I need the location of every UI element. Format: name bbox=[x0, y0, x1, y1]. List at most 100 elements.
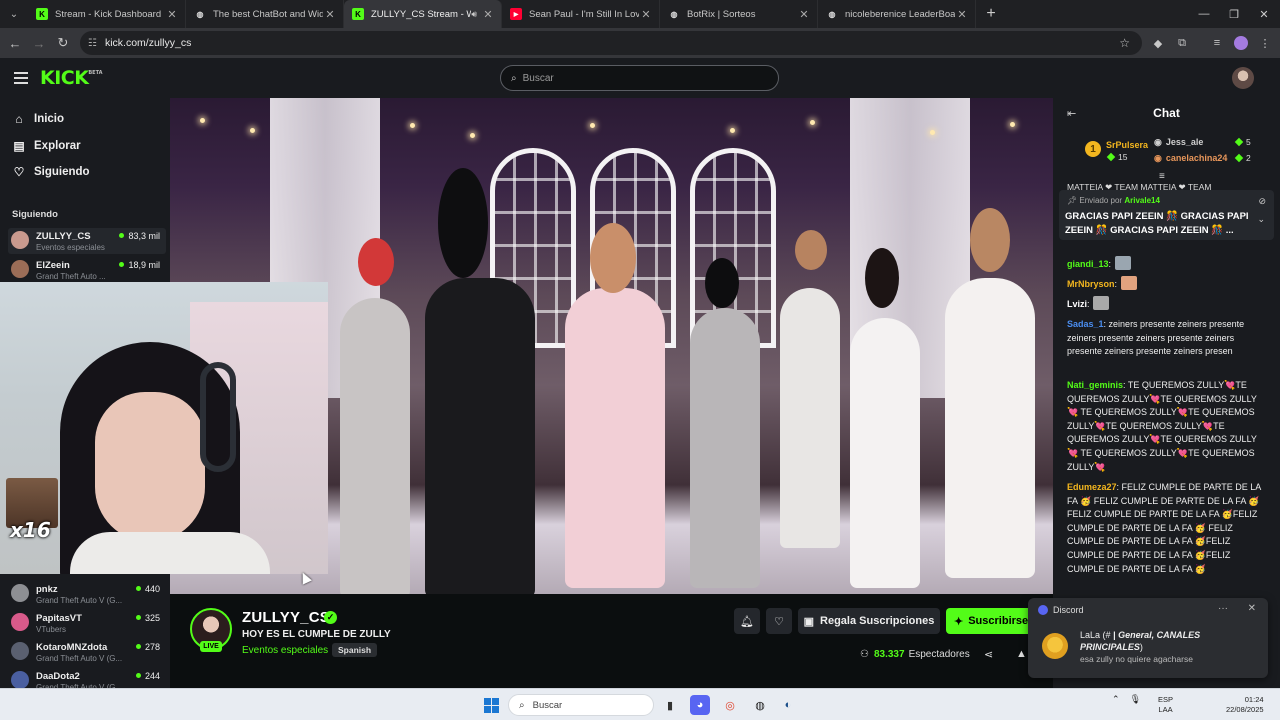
steam-app-icon[interactable]: ◐ bbox=[778, 695, 798, 715]
minimize-button[interactable]: — bbox=[1188, 0, 1220, 28]
chat-message[interactable]: Nati_geminis: TE QUEREMOS ZULLY💘TE QUERE… bbox=[1067, 379, 1267, 474]
sidebar-item-siguiendo[interactable]: ♡ Siguiendo bbox=[12, 162, 90, 182]
chat-username[interactable]: MrNbryson bbox=[1067, 279, 1115, 289]
close-tab-icon[interactable]: ✕ bbox=[955, 8, 969, 21]
close-tab-icon[interactable]: ✕ bbox=[323, 8, 337, 21]
close-tab-icon[interactable]: ✕ bbox=[481, 8, 495, 21]
filter-icon[interactable]: ≡ bbox=[1159, 171, 1165, 182]
browser-menu-icon[interactable]: ⋮ bbox=[1256, 34, 1274, 52]
string-light bbox=[1010, 122, 1015, 127]
viewer-count: 83,3 mil bbox=[119, 231, 160, 241]
notification-bell-button[interactable]: 🔔︎ bbox=[734, 608, 760, 634]
chevron-up-icon[interactable]: ⌃ bbox=[1112, 694, 1120, 704]
kick-logo[interactable]: KICK BETA bbox=[40, 67, 102, 89]
unpin-icon[interactable]: ⊘ bbox=[1258, 196, 1266, 207]
back-button[interactable]: ← bbox=[6, 34, 24, 52]
browser-tab[interactable]: K Stream - Kick Dashboard ✕ bbox=[28, 0, 186, 28]
app-icon[interactable]: ◍ bbox=[750, 695, 770, 715]
user-avatar[interactable] bbox=[1232, 67, 1254, 89]
leader-count-value: 5 bbox=[1246, 137, 1251, 147]
channel-category: VTubers bbox=[36, 625, 66, 634]
more-options-icon[interactable]: ··· bbox=[1218, 603, 1228, 614]
tab-search-button[interactable]: ⌄ bbox=[0, 0, 28, 28]
close-tab-icon[interactable]: ✕ bbox=[797, 8, 811, 21]
chevron-down-icon[interactable]: ⌄ bbox=[1257, 214, 1265, 225]
tab-title: The best ChatBot and Widgets bbox=[213, 8, 323, 20]
sidebar-item-explorar[interactable]: ▤ Explorar bbox=[12, 136, 80, 156]
chat-title: Chat bbox=[1153, 106, 1180, 120]
sidebar-item-inicio[interactable]: ⌂ Inicio bbox=[12, 109, 64, 129]
language-tag[interactable]: Spanish bbox=[332, 643, 378, 657]
leader-name[interactable]: SrPulsera bbox=[1106, 140, 1148, 150]
speaker-icon[interactable]: 🔊︎ bbox=[471, 9, 477, 20]
browser-tab[interactable]: ◍ nicoleberenice LeaderBoard | Ti✕ bbox=[818, 0, 976, 28]
string-light bbox=[250, 128, 255, 133]
windows-start-icon[interactable] bbox=[484, 698, 499, 713]
new-tab-button[interactable]: + bbox=[976, 0, 1006, 28]
viewer-count: 325 bbox=[136, 613, 160, 623]
close-tab-icon[interactable]: ✕ bbox=[639, 8, 653, 21]
chat-username[interactable]: Nati_geminis bbox=[1067, 380, 1123, 390]
browser-tab[interactable]: K ZULLYY_CS Stream - Watch🔊︎ ✕ bbox=[344, 0, 502, 28]
chat-username[interactable]: giandi_13 bbox=[1067, 259, 1109, 269]
subscribe-button[interactable]: ✦ Suscribirse bbox=[946, 608, 1036, 634]
channel-name: DaaDota2 bbox=[36, 671, 80, 682]
leader-name[interactable]: ◉ Jess_ale bbox=[1154, 137, 1203, 148]
extensions-puzzle-icon[interactable]: ⧉ bbox=[1173, 34, 1191, 52]
profile-avatar[interactable] bbox=[1232, 34, 1250, 52]
viewer-count: 244 bbox=[136, 671, 160, 681]
pinned-message[interactable]: 📌︎ Enviado por Arivale14 ⊘ GRACIAS PAPI … bbox=[1059, 190, 1274, 240]
gift-subs-button[interactable]: ▣ Regala Suscripciones bbox=[798, 608, 940, 634]
chat-emote bbox=[1120, 276, 1137, 290]
chat-message[interactable]: Edumeza27: FELIZ CUMPLE DE PARTE DE LA F… bbox=[1067, 481, 1267, 576]
figure-head bbox=[705, 258, 739, 308]
browser-tab[interactable]: ◍ BotRix | Sorteos ✕ bbox=[660, 0, 818, 28]
discord-notification[interactable]: Discord ··· ✕ LaLa (# | General, CANALES… bbox=[1028, 598, 1268, 678]
taskbar-search[interactable]: ⌕ Buscar bbox=[508, 694, 654, 716]
leader-name[interactable]: ◉ canelachina24 bbox=[1154, 153, 1227, 164]
chat-username[interactable]: Lvizi bbox=[1067, 299, 1087, 309]
chat-message[interactable]: giandi_13: bbox=[1067, 256, 1267, 272]
browser-tab[interactable]: ▶ Sean Paul - I'm Still In Love With✕ bbox=[502, 0, 660, 28]
close-notification-icon[interactable]: ✕ bbox=[1248, 603, 1256, 614]
maximize-button[interactable]: ❐ bbox=[1218, 0, 1250, 28]
chat-message[interactable]: MrNbryson: bbox=[1067, 276, 1267, 292]
discord-app-icon[interactable]: ◕ bbox=[690, 695, 710, 715]
close-tab-icon[interactable]: ✕ bbox=[165, 8, 179, 21]
channel-name[interactable]: ZULLYY_CS bbox=[242, 609, 330, 626]
address-bar[interactable]: ☷ kick.com/zullyy_cs ☆ bbox=[80, 31, 1142, 55]
following-channel[interactable]: PapitasVT VTubers 325 bbox=[8, 610, 166, 636]
chrome-app-icon[interactable]: ◎ bbox=[720, 695, 740, 715]
input-language[interactable]: ESP LAA bbox=[1158, 695, 1173, 715]
chat-username[interactable]: Sadas_1 bbox=[1067, 319, 1104, 329]
close-window-button[interactable]: ✕ bbox=[1248, 0, 1280, 28]
following-channel[interactable]: pnkz Grand Theft Auto V (G... 440 bbox=[8, 581, 166, 607]
chat-username[interactable]: Edumeza27 bbox=[1067, 482, 1117, 492]
hamburger-menu-icon[interactable] bbox=[14, 72, 28, 84]
chat-message[interactable]: Sadas_1: zeiners presente zeiners presen… bbox=[1067, 318, 1267, 359]
forward-button[interactable]: → bbox=[30, 34, 48, 52]
chat-text: TE QUEREMOS ZULLY💘TE QUEREMOS ZULLY💘TE Q… bbox=[1067, 380, 1257, 472]
share-icon[interactable]: ⋖ bbox=[984, 648, 993, 661]
report-icon[interactable]: ▲ bbox=[1016, 648, 1027, 660]
following-channel[interactable]: ElZeein Grand Theft Auto ... 18,9 mil bbox=[8, 257, 166, 283]
viewer-count: 440 bbox=[136, 584, 160, 594]
system-clock[interactable]: 01:24 22/08/2025 bbox=[1226, 695, 1264, 715]
stream-category-link[interactable]: Eventos especiales bbox=[242, 645, 328, 656]
following-channel[interactable]: ZULLYY_CS Eventos especiales 83,3 mil bbox=[8, 228, 166, 254]
chat-message[interactable]: Lvizi: bbox=[1067, 296, 1267, 312]
streamer-hoodie bbox=[70, 532, 270, 574]
generic-icon: ◍ bbox=[196, 9, 204, 19]
reload-button[interactable]: ↻ bbox=[54, 34, 72, 52]
follow-heart-button[interactable]: ♡ bbox=[766, 608, 792, 634]
browser-tab[interactable]: ◍ The best ChatBot and Widgets✕ bbox=[186, 0, 344, 28]
site-info-icon[interactable]: ☷ bbox=[88, 38, 97, 49]
following-channel[interactable]: KotaroMNZdota Grand Theft Auto V (G... 278 bbox=[8, 639, 166, 665]
media-control-icon[interactable]: ≡ bbox=[1208, 34, 1226, 52]
search-input[interactable]: ⌕ Buscar bbox=[500, 65, 779, 91]
bookmark-star-icon[interactable]: ☆ bbox=[1119, 36, 1130, 50]
following-header: Siguiendo bbox=[12, 209, 58, 220]
task-view-icon[interactable]: ▮ bbox=[660, 695, 680, 715]
microphone-icon[interactable]: 🎙︎ bbox=[1130, 694, 1141, 704]
extension-diamond-icon[interactable]: ◆ bbox=[1149, 34, 1167, 52]
